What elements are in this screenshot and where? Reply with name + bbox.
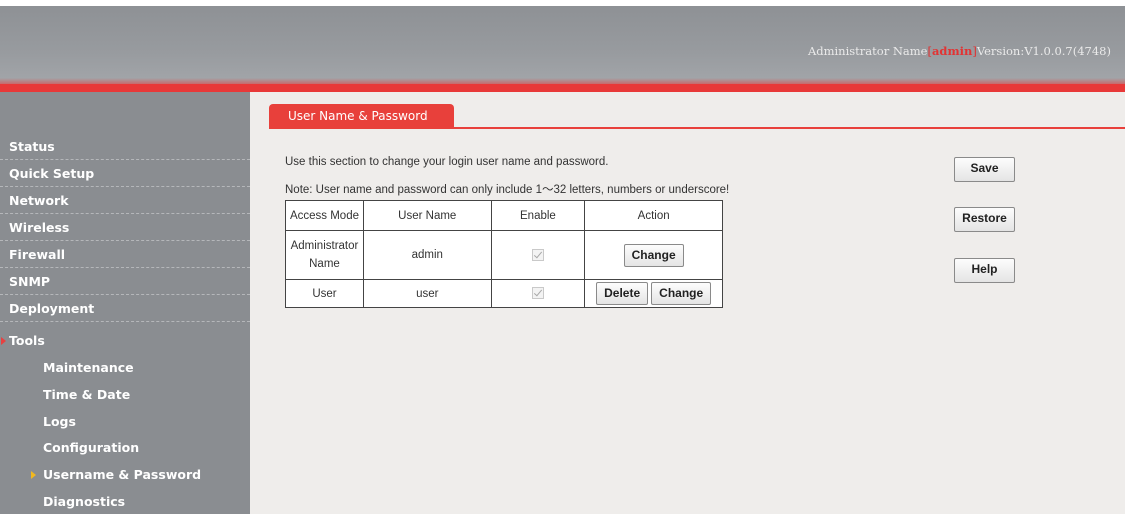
col-enable: Enable bbox=[490, 200, 586, 231]
sidebar-item-label: Wireless bbox=[9, 220, 70, 235]
sidebar-subitem-label: Diagnostics bbox=[43, 494, 126, 509]
sidebar-subitem-label: Username & Password bbox=[43, 467, 202, 482]
tools-caret-icon bbox=[1, 337, 6, 345]
help-button[interactable]: Help bbox=[954, 258, 1015, 283]
table-row: User user Delete Change bbox=[285, 279, 723, 308]
main-content: User Name & Password Use this section to… bbox=[250, 92, 1125, 514]
sidebar-item-status[interactable]: Status bbox=[0, 133, 250, 160]
sidebar-subitem-label: Maintenance bbox=[43, 360, 134, 375]
sidebar-item-tools[interactable]: Tools bbox=[0, 327, 250, 354]
header-info: Administrator Name[admin]Version:V1.0.0.… bbox=[808, 44, 1111, 58]
sidebar-item-label: Deployment bbox=[9, 301, 95, 316]
table-header-row: Access Mode User Name Enable Action bbox=[285, 200, 723, 231]
section-description: Use this section to change your login us… bbox=[285, 156, 609, 168]
access-mode-line: Administrator bbox=[290, 240, 359, 252]
action-cell: Delete Change bbox=[584, 279, 723, 308]
user-name-cell: user bbox=[362, 279, 492, 308]
col-user-name: User Name bbox=[362, 200, 492, 231]
section-note: Note: User name and password can only in… bbox=[285, 184, 730, 196]
access-mode-cell: Administrator Name bbox=[285, 230, 364, 280]
enable-cell bbox=[490, 279, 586, 308]
tab-user-name-password[interactable]: User Name & Password bbox=[269, 104, 454, 128]
admin-label: Administrator Name bbox=[807, 44, 928, 58]
change-button[interactable]: Change bbox=[651, 282, 712, 305]
sidebar-item-deployment[interactable]: Deployment bbox=[0, 295, 250, 322]
sidebar-item-label: Network bbox=[9, 193, 69, 208]
sidebar-item-wireless[interactable]: Wireless bbox=[0, 214, 250, 241]
version-label: Version:V1.0.0.7(4748) bbox=[976, 44, 1111, 58]
restore-button[interactable]: Restore bbox=[954, 207, 1015, 232]
sidebar-subitem-label: Time & Date bbox=[43, 387, 131, 402]
sidebar-subitem-configuration[interactable]: Configuration bbox=[0, 434, 250, 461]
sidebar-item-label: SNMP bbox=[9, 274, 51, 289]
sidebar-subitem-time-date[interactable]: Time & Date bbox=[0, 381, 250, 408]
sidebar-subitem-diagnostics[interactable]: Diagnostics bbox=[0, 488, 250, 514]
table-row: Administrator Name admin Change bbox=[285, 230, 723, 280]
sidebar-item-label: Quick Setup bbox=[9, 166, 95, 181]
tab-underline bbox=[269, 127, 1125, 129]
sidebar-item-label: Firewall bbox=[9, 247, 66, 262]
sidebar: Status Quick Setup Network Wireless Fire… bbox=[0, 92, 250, 514]
header: Administrator Name[admin]Version:V1.0.0.… bbox=[0, 0, 1125, 84]
delete-button[interactable]: Delete bbox=[596, 282, 649, 305]
user-table: Access Mode User Name Enable Action Admi… bbox=[285, 200, 723, 308]
save-button[interactable]: Save bbox=[954, 157, 1015, 182]
sidebar-item-label: Tools bbox=[9, 333, 45, 348]
action-cell: Change bbox=[584, 230, 723, 280]
access-mode-cell: User bbox=[285, 279, 364, 308]
admin-name: admin bbox=[931, 44, 973, 58]
sidebar-item-label: Status bbox=[9, 139, 55, 154]
sidebar-item-firewall[interactable]: Firewall bbox=[0, 241, 250, 268]
access-mode-line: Name bbox=[309, 258, 340, 270]
sidebar-subitem-username-password[interactable]: Username & Password bbox=[0, 461, 250, 488]
sidebar-item-quick-setup[interactable]: Quick Setup bbox=[0, 160, 250, 187]
active-caret-icon bbox=[31, 471, 36, 479]
sidebar-subitem-maintenance[interactable]: Maintenance bbox=[0, 354, 250, 381]
col-access-mode: Access Mode bbox=[285, 200, 364, 231]
col-action: Action bbox=[584, 200, 723, 231]
sidebar-subitem-logs[interactable]: Logs bbox=[0, 408, 250, 435]
sidebar-subitem-label: Configuration bbox=[43, 440, 140, 455]
enable-cell bbox=[490, 230, 586, 280]
sidebar-subitem-label: Logs bbox=[43, 414, 76, 429]
enable-checkbox[interactable] bbox=[531, 248, 544, 261]
sidebar-item-snmp[interactable]: SNMP bbox=[0, 268, 250, 295]
enable-checkbox[interactable] bbox=[531, 287, 544, 300]
change-button[interactable]: Change bbox=[623, 243, 684, 267]
header-red-bar bbox=[0, 78, 1125, 92]
sidebar-item-network[interactable]: Network bbox=[0, 187, 250, 214]
user-name-cell: admin bbox=[362, 230, 492, 280]
